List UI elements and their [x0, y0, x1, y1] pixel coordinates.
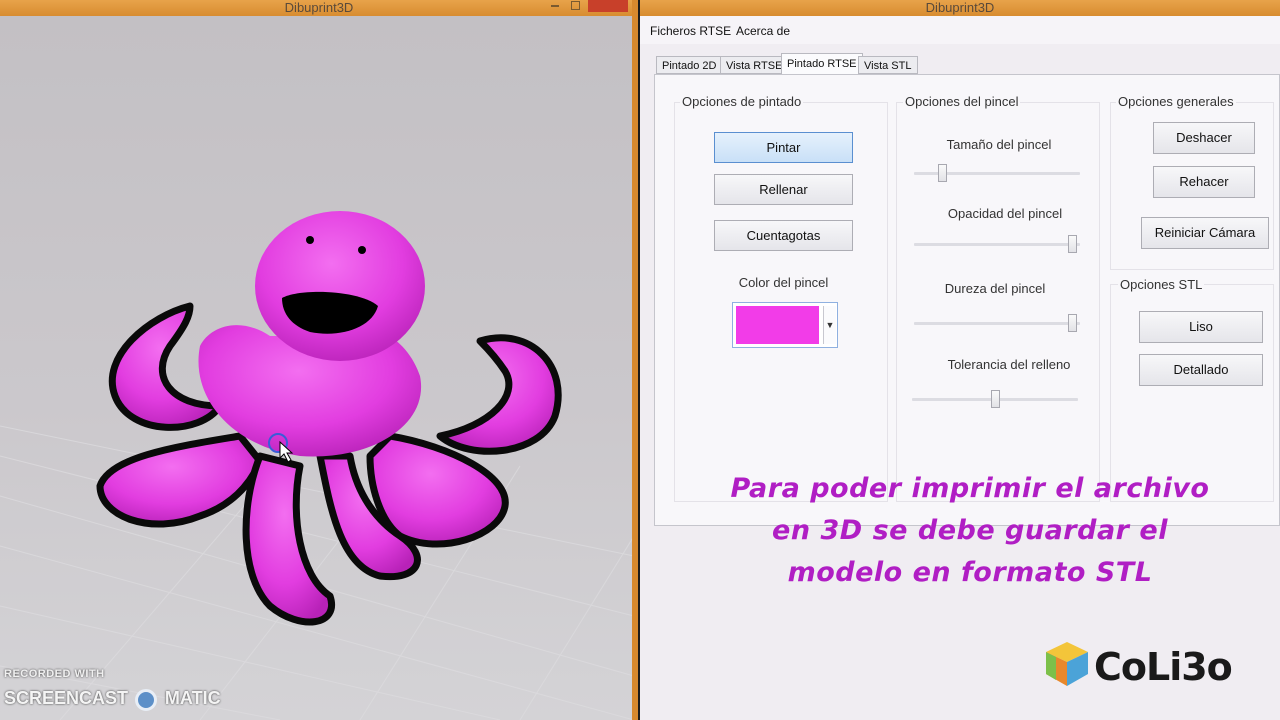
colibo-cube-icon — [1046, 642, 1088, 686]
stl-options-title: Opciones STL — [1118, 277, 1205, 292]
fill-tolerance-slider-thumb[interactable] — [990, 390, 1000, 408]
tab-pintado-rtse[interactable]: Pintado RTSE — [781, 53, 863, 75]
close-button[interactable] — [588, 0, 628, 12]
brush-hardness-track[interactable] — [914, 322, 1080, 325]
brush-hardness-label: Dureza del pincel — [944, 281, 1046, 296]
painting-options-title: Opciones de pintado — [680, 94, 804, 109]
window-border — [632, 0, 638, 720]
left-window-title: Dibuprint3D — [0, 0, 638, 16]
brush-opacity-slider-thumb[interactable] — [1067, 235, 1077, 253]
undo-button[interactable]: Deshacer — [1153, 122, 1255, 154]
fill-button[interactable]: Rellenar — [714, 174, 853, 205]
reset-camera-button[interactable]: Reiniciar Cámara — [1141, 217, 1269, 249]
chevron-down-icon[interactable]: ▼ — [823, 306, 836, 344]
recorder-watermark-line2: SCREENCAST — [4, 688, 129, 708]
video-caption: Para poder imprimir el archivo en 3D se … — [720, 468, 1220, 594]
octopus-eye-right — [358, 246, 366, 254]
brush-size-slider-thumb[interactable] — [937, 164, 947, 182]
maximize-button[interactable] — [568, 0, 582, 12]
tab-pintado-2d[interactable]: Pintado 2D — [656, 56, 723, 74]
detailed-button[interactable]: Detallado — [1139, 354, 1263, 386]
brush-color-picker[interactable]: ▼ — [732, 302, 838, 348]
tab-vista-rtse[interactable]: Vista RTSE — [720, 56, 789, 74]
viewport-scene — [0, 211, 634, 720]
general-options-title: Opciones generales — [1116, 94, 1236, 109]
octopus-head — [255, 211, 425, 361]
recorder-watermark: SCREENCAST MATIC — [4, 688, 221, 711]
viewport-window: Dibuprint3D RECORDED WITH SCREENCAST MAT… — [0, 0, 638, 720]
redo-button[interactable]: Rehacer — [1153, 166, 1255, 198]
smooth-button[interactable]: Liso — [1139, 311, 1263, 343]
minimize-icon — [551, 5, 559, 7]
minimize-button[interactable] — [548, 0, 562, 12]
caption-line-3: modelo en formato STL — [787, 557, 1153, 588]
brush-color-swatch — [736, 306, 819, 344]
screencast-logo-icon — [135, 688, 158, 711]
brush-color-label: Color del pincel — [738, 275, 829, 290]
colibo-logo-text: CoLi3o — [1094, 645, 1233, 689]
menu-ficheros[interactable]: Ficheros RTSE — [650, 24, 731, 38]
group-brush-options — [896, 102, 1100, 502]
3d-viewport[interactable] — [0, 16, 634, 720]
maximize-icon — [571, 1, 580, 10]
brush-size-label: Tamaño del pincel — [946, 137, 1052, 152]
paint-button[interactable]: Pintar — [714, 132, 853, 163]
brush-hardness-slider-thumb[interactable] — [1067, 314, 1077, 332]
right-window-title: Dibuprint3D — [640, 0, 1280, 16]
caption-line-1: Para poder imprimir el archivo — [730, 473, 1210, 504]
brush-opacity-label: Opacidad del pincel — [947, 206, 1063, 221]
tab-vista-stl[interactable]: Vista STL — [858, 56, 918, 74]
caption-line-2: en 3D se debe guardar el — [772, 515, 1168, 546]
octopus-eye-left — [306, 236, 314, 244]
brush-opacity-track[interactable] — [914, 243, 1080, 246]
eyedropper-button[interactable]: Cuentagotas — [714, 220, 853, 251]
fill-tolerance-label: Tolerancia del relleno — [947, 357, 1071, 372]
recorder-watermark-line2b: MATIC — [164, 688, 221, 708]
menu-acerca[interactable]: Acerca de — [736, 24, 790, 38]
recorder-watermark-line1: RECORDED WITH — [4, 668, 105, 680]
brush-options-title: Opciones del pincel — [903, 94, 1021, 109]
menu-bar: Ficheros RTSE Acerca de — [640, 16, 1280, 44]
